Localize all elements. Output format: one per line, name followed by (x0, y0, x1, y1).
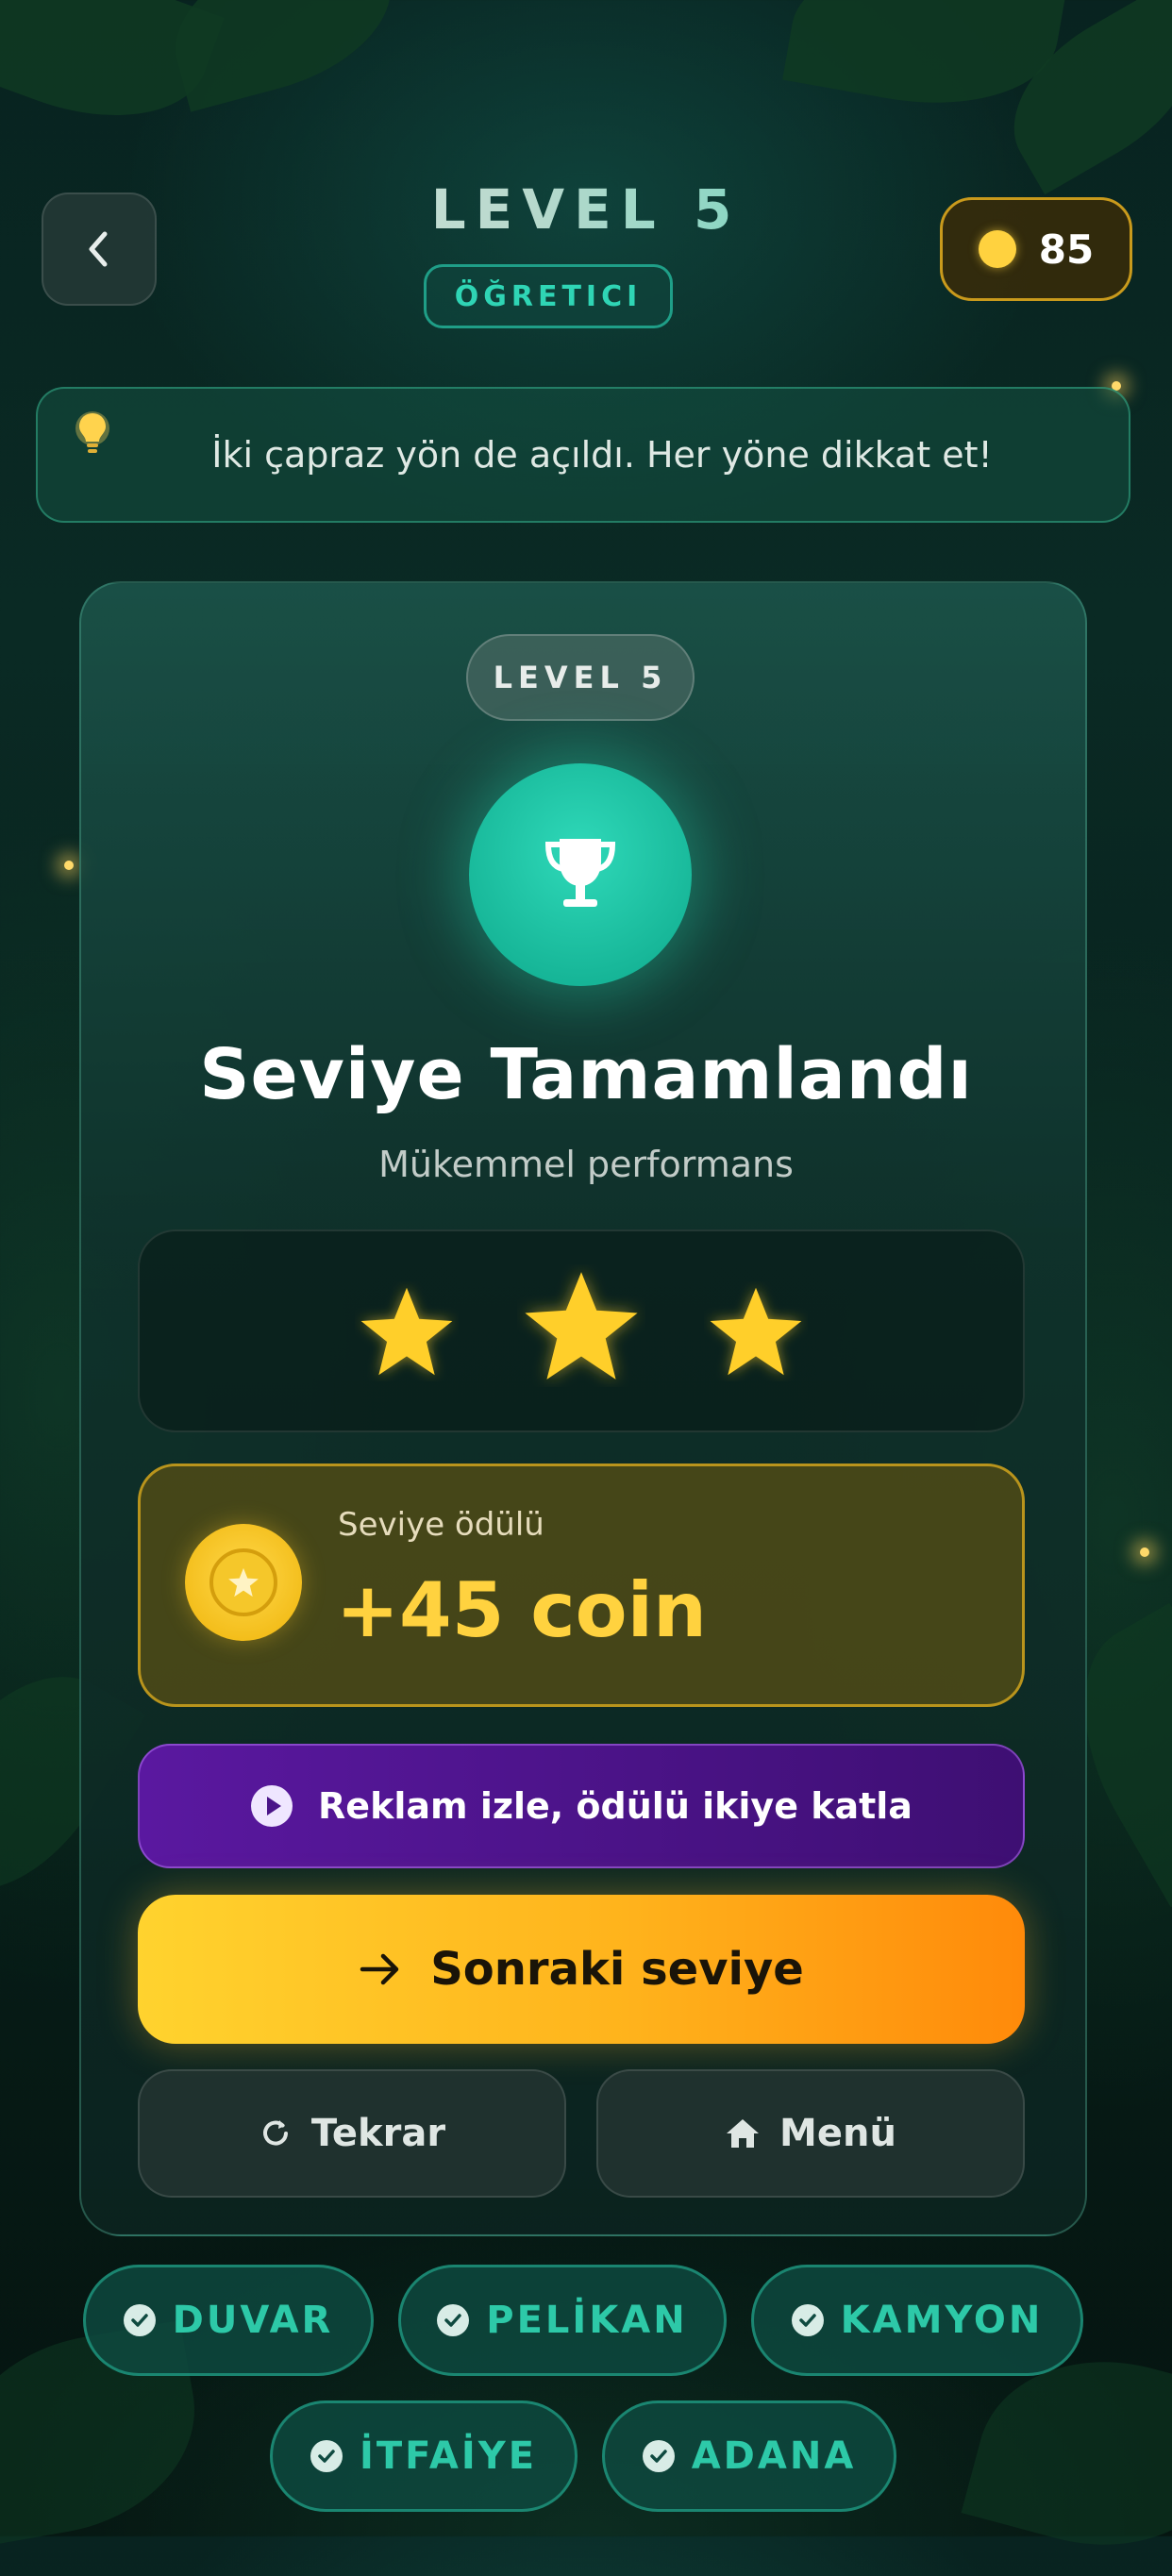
trophy-badge (469, 763, 692, 986)
check-circle-icon (310, 2440, 343, 2472)
trophy-icon (544, 839, 616, 907)
foliage-decoration (156, 0, 410, 112)
reward-label: Seviye ödülü (338, 1506, 544, 1544)
hint-text: İki çapraz yön de açıldı. Her yöne dikka… (211, 434, 993, 476)
refresh-icon (262, 2120, 288, 2146)
hint-banner: İki çapraz yön de açıldı. Her yöne dikka… (36, 387, 1130, 523)
next-level-label: Sonraki seviye (430, 1943, 804, 1996)
check-circle-icon (123, 2304, 156, 2336)
found-word-label: KAMYON (840, 2299, 1044, 2342)
retry-label: Tekrar (310, 2112, 446, 2155)
coin-icon (185, 1524, 302, 1641)
found-word-label: ADANA (691, 2434, 857, 2478)
found-word-label: DUVAR (172, 2299, 334, 2342)
menu-button[interactable]: Menü (596, 2069, 1025, 2198)
play-icon (251, 1785, 293, 1827)
reward-amount: +45 coin (336, 1566, 707, 1654)
coin-icon (978, 230, 1016, 268)
found-word-chip: ADANA (602, 2400, 896, 2512)
found-word-label: İTFAİYE (359, 2434, 538, 2478)
firefly-decoration (1140, 1547, 1149, 1557)
arrow-right-icon (360, 1953, 399, 1985)
found-word-chip: PELİKAN (398, 2265, 727, 2376)
found-word-chip: DUVAR (83, 2265, 374, 2376)
star-icon (360, 1287, 453, 1376)
coin-count: 85 (1038, 226, 1095, 273)
level-complete-title: Seviye Tamamlandı (199, 1034, 973, 1115)
found-word-chip: İTFAİYE (270, 2400, 578, 2512)
star-icon (710, 1287, 802, 1376)
star-icon (525, 1272, 638, 1380)
coin-balance[interactable]: 85 (940, 197, 1132, 301)
level-complete-subtitle: Mükemmel performans (378, 1144, 794, 1185)
level-pill: LEVEL 5 (466, 634, 695, 721)
difficulty-badge: ÖĞRETICI (424, 264, 673, 328)
found-word-chip: KAMYON (751, 2265, 1083, 2376)
watch-ad-label: Reklam izle, ödülü ikiye katla (318, 1785, 912, 1827)
check-circle-icon (791, 2304, 824, 2336)
lightbulb-icon (75, 411, 109, 453)
firefly-decoration (64, 861, 74, 870)
check-circle-icon (437, 2304, 470, 2336)
menu-label: Menü (779, 2112, 896, 2155)
home-icon (727, 2119, 760, 2148)
check-circle-icon (642, 2440, 675, 2472)
watch-ad-double-reward-button[interactable]: Reklam izle, ödülü ikiye katla (138, 1744, 1025, 1868)
next-level-button[interactable]: Sonraki seviye (138, 1895, 1025, 2044)
found-word-label: PELİKAN (486, 2299, 688, 2342)
retry-button[interactable]: Tekrar (138, 2069, 566, 2198)
